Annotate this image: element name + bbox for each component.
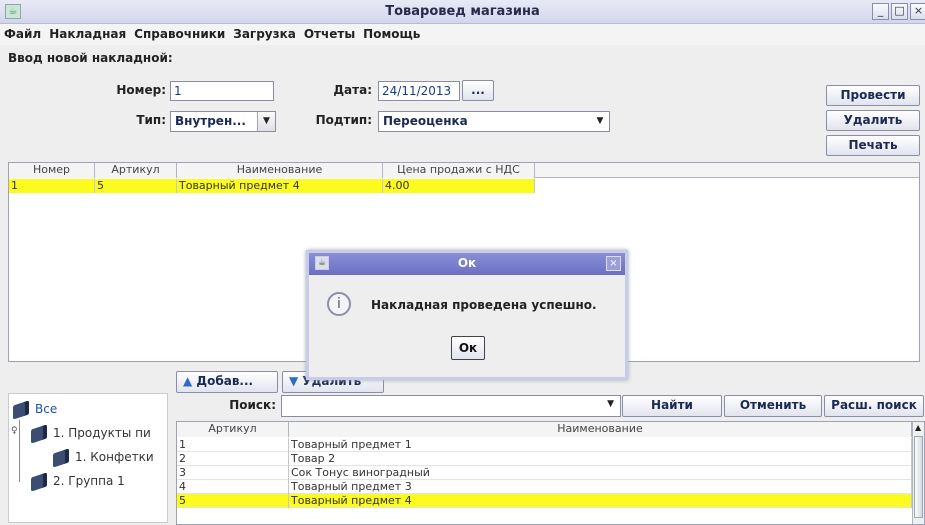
- table-row[interactable]: 1 Товарный предмет 1: [177, 438, 912, 452]
- date-picker-button[interactable]: ...: [462, 80, 494, 101]
- subtype-label: Подтип:: [315, 113, 372, 127]
- add-button-label: Добав...: [196, 374, 254, 388]
- menu-help[interactable]: Помощь: [359, 24, 424, 41]
- cell-article: 3: [177, 466, 289, 480]
- triangle-up-icon: ▲: [183, 374, 193, 388]
- cell-name: Товарный предмет 4: [177, 179, 383, 193]
- cell-name: Товарный предмет 1: [289, 438, 912, 452]
- tree-root-label: Все: [35, 402, 58, 416]
- tree-root[interactable]: Все: [13, 399, 58, 420]
- tree-item-label: 1. Продукты пи: [53, 426, 151, 440]
- type-select-value: Внутрен...: [175, 114, 246, 128]
- cell-name: Сок Тонус виноградный: [289, 466, 912, 480]
- type-label: Тип:: [136, 113, 166, 127]
- cell-article: 1: [177, 438, 289, 452]
- find-button[interactable]: Найти: [622, 395, 722, 417]
- tree-line: [19, 420, 20, 482]
- add-button[interactable]: ▲ Добав...: [176, 371, 278, 393]
- menu-invoice[interactable]: Накладная: [45, 24, 130, 41]
- goods-table-header: Артикул Наименование: [177, 422, 912, 437]
- menu-load[interactable]: Загрузка: [229, 24, 300, 41]
- post-button[interactable]: Провести: [826, 85, 920, 106]
- tree-item-label: 2. Группа 1: [53, 474, 125, 488]
- scrollbar-thumb[interactable]: [914, 436, 923, 518]
- cell-article: 2: [177, 452, 289, 466]
- tree-expand-icon[interactable]: ♀: [11, 426, 18, 436]
- tree-item-label: 1. Конфетки: [75, 450, 154, 464]
- chevron-down-icon: ▼: [607, 399, 614, 409]
- cancel-button[interactable]: Отменить: [724, 395, 822, 417]
- tree-item[interactable]: 2. Группа 1: [31, 471, 125, 492]
- tree-item[interactable]: 1. Конфетки: [53, 447, 154, 468]
- col-name[interactable]: Наименование: [177, 163, 383, 178]
- minimize-button[interactable]: _: [872, 3, 889, 20]
- form-heading: Ввод новой накладной:: [8, 51, 173, 65]
- advanced-search-button[interactable]: Расш. поиск: [824, 395, 924, 417]
- print-button[interactable]: Печать: [826, 135, 920, 156]
- scroll-up-icon[interactable]: ▲: [915, 423, 921, 432]
- goods-table[interactable]: Артикул Наименование 1 Товарный предмет 1…: [176, 421, 925, 525]
- maximize-button[interactable]: □: [891, 3, 908, 20]
- category-tree[interactable]: Все ♀ 1. Продукты пи 1. Конфетки 2. Груп…: [8, 393, 168, 523]
- col-name[interactable]: Наименование: [289, 422, 912, 437]
- ok-button[interactable]: Ок: [451, 336, 485, 360]
- col-article[interactable]: Артикул: [177, 422, 289, 437]
- chevron-down-icon: ▼: [257, 112, 275, 131]
- cell-number: 1: [9, 179, 95, 193]
- number-input[interactable]: 1: [170, 81, 274, 101]
- subtype-select-value: Переоценка: [383, 114, 468, 128]
- search-input[interactable]: ▼: [281, 395, 621, 417]
- close-button[interactable]: ×: [910, 3, 925, 20]
- number-label: Номер:: [116, 83, 166, 97]
- table-row[interactable]: 2 Товар 2: [177, 452, 912, 466]
- book-icon: [53, 447, 69, 468]
- cell-name: Товар 2: [289, 452, 912, 466]
- table-row[interactable]: 5 Товарный предмет 4: [177, 494, 912, 508]
- table-row[interactable]: 1 5 Товарный предмет 4 4.00: [9, 179, 535, 193]
- subtype-select[interactable]: Переоценка ▼: [378, 111, 610, 132]
- col-number[interactable]: Номер: [9, 163, 95, 178]
- window-title: Товаровед магазина: [385, 4, 540, 19]
- book-icon: [13, 399, 29, 420]
- title-bar: ☕ Товаровед магазина _ □ ×: [0, 0, 925, 24]
- col-price[interactable]: Цена продажи с НДС: [383, 163, 535, 178]
- cell-article: 4: [177, 480, 289, 494]
- tree-item[interactable]: 1. Продукты пи: [31, 423, 151, 444]
- date-input[interactable]: 24/11/2013: [378, 81, 460, 101]
- cell-article: 5: [177, 494, 289, 508]
- menu-references[interactable]: Справочники: [130, 24, 229, 41]
- cell-article: 5: [95, 179, 177, 193]
- search-label: Поиск:: [229, 398, 276, 412]
- table-row[interactable]: 4 Товарный предмет 3: [177, 480, 912, 494]
- dialog-title-bar: ☕ Ок ×: [309, 253, 625, 275]
- cell-name: Товарный предмет 3: [289, 480, 912, 494]
- info-icon: i: [327, 292, 351, 316]
- book-icon: [31, 423, 47, 444]
- success-dialog: ☕ Ок × i Накладная проведена успешно. Ок: [306, 250, 628, 380]
- menu-bar: Файл Накладная Справочники Загрузка Отчеты По…: [0, 24, 925, 45]
- delete-button[interactable]: Удалить: [826, 110, 920, 131]
- menu-file[interactable]: Файл: [0, 24, 45, 41]
- table-row[interactable]: 3 Сок Тонус виноградный: [177, 466, 912, 480]
- scrollbar[interactable]: ▲: [912, 422, 924, 524]
- triangle-down-icon: ▼: [289, 374, 299, 388]
- chevron-down-icon: ▼: [591, 112, 609, 131]
- type-select[interactable]: Внутрен... ▼: [170, 111, 276, 132]
- col-article[interactable]: Артикул: [95, 163, 177, 178]
- dialog-message: Накладная проведена успешно.: [371, 298, 597, 312]
- cell-price: 4.00: [383, 179, 535, 193]
- book-icon: [31, 471, 47, 492]
- dialog-title: Ок: [457, 256, 477, 270]
- dialog-close-button[interactable]: ×: [606, 256, 621, 271]
- invoice-table-header: Номер Артикул Наименование Цена продажи …: [9, 163, 919, 178]
- date-label: Дата:: [333, 83, 372, 97]
- cell-name: Товарный предмет 4: [289, 494, 912, 508]
- menu-reports[interactable]: Отчеты: [300, 24, 359, 41]
